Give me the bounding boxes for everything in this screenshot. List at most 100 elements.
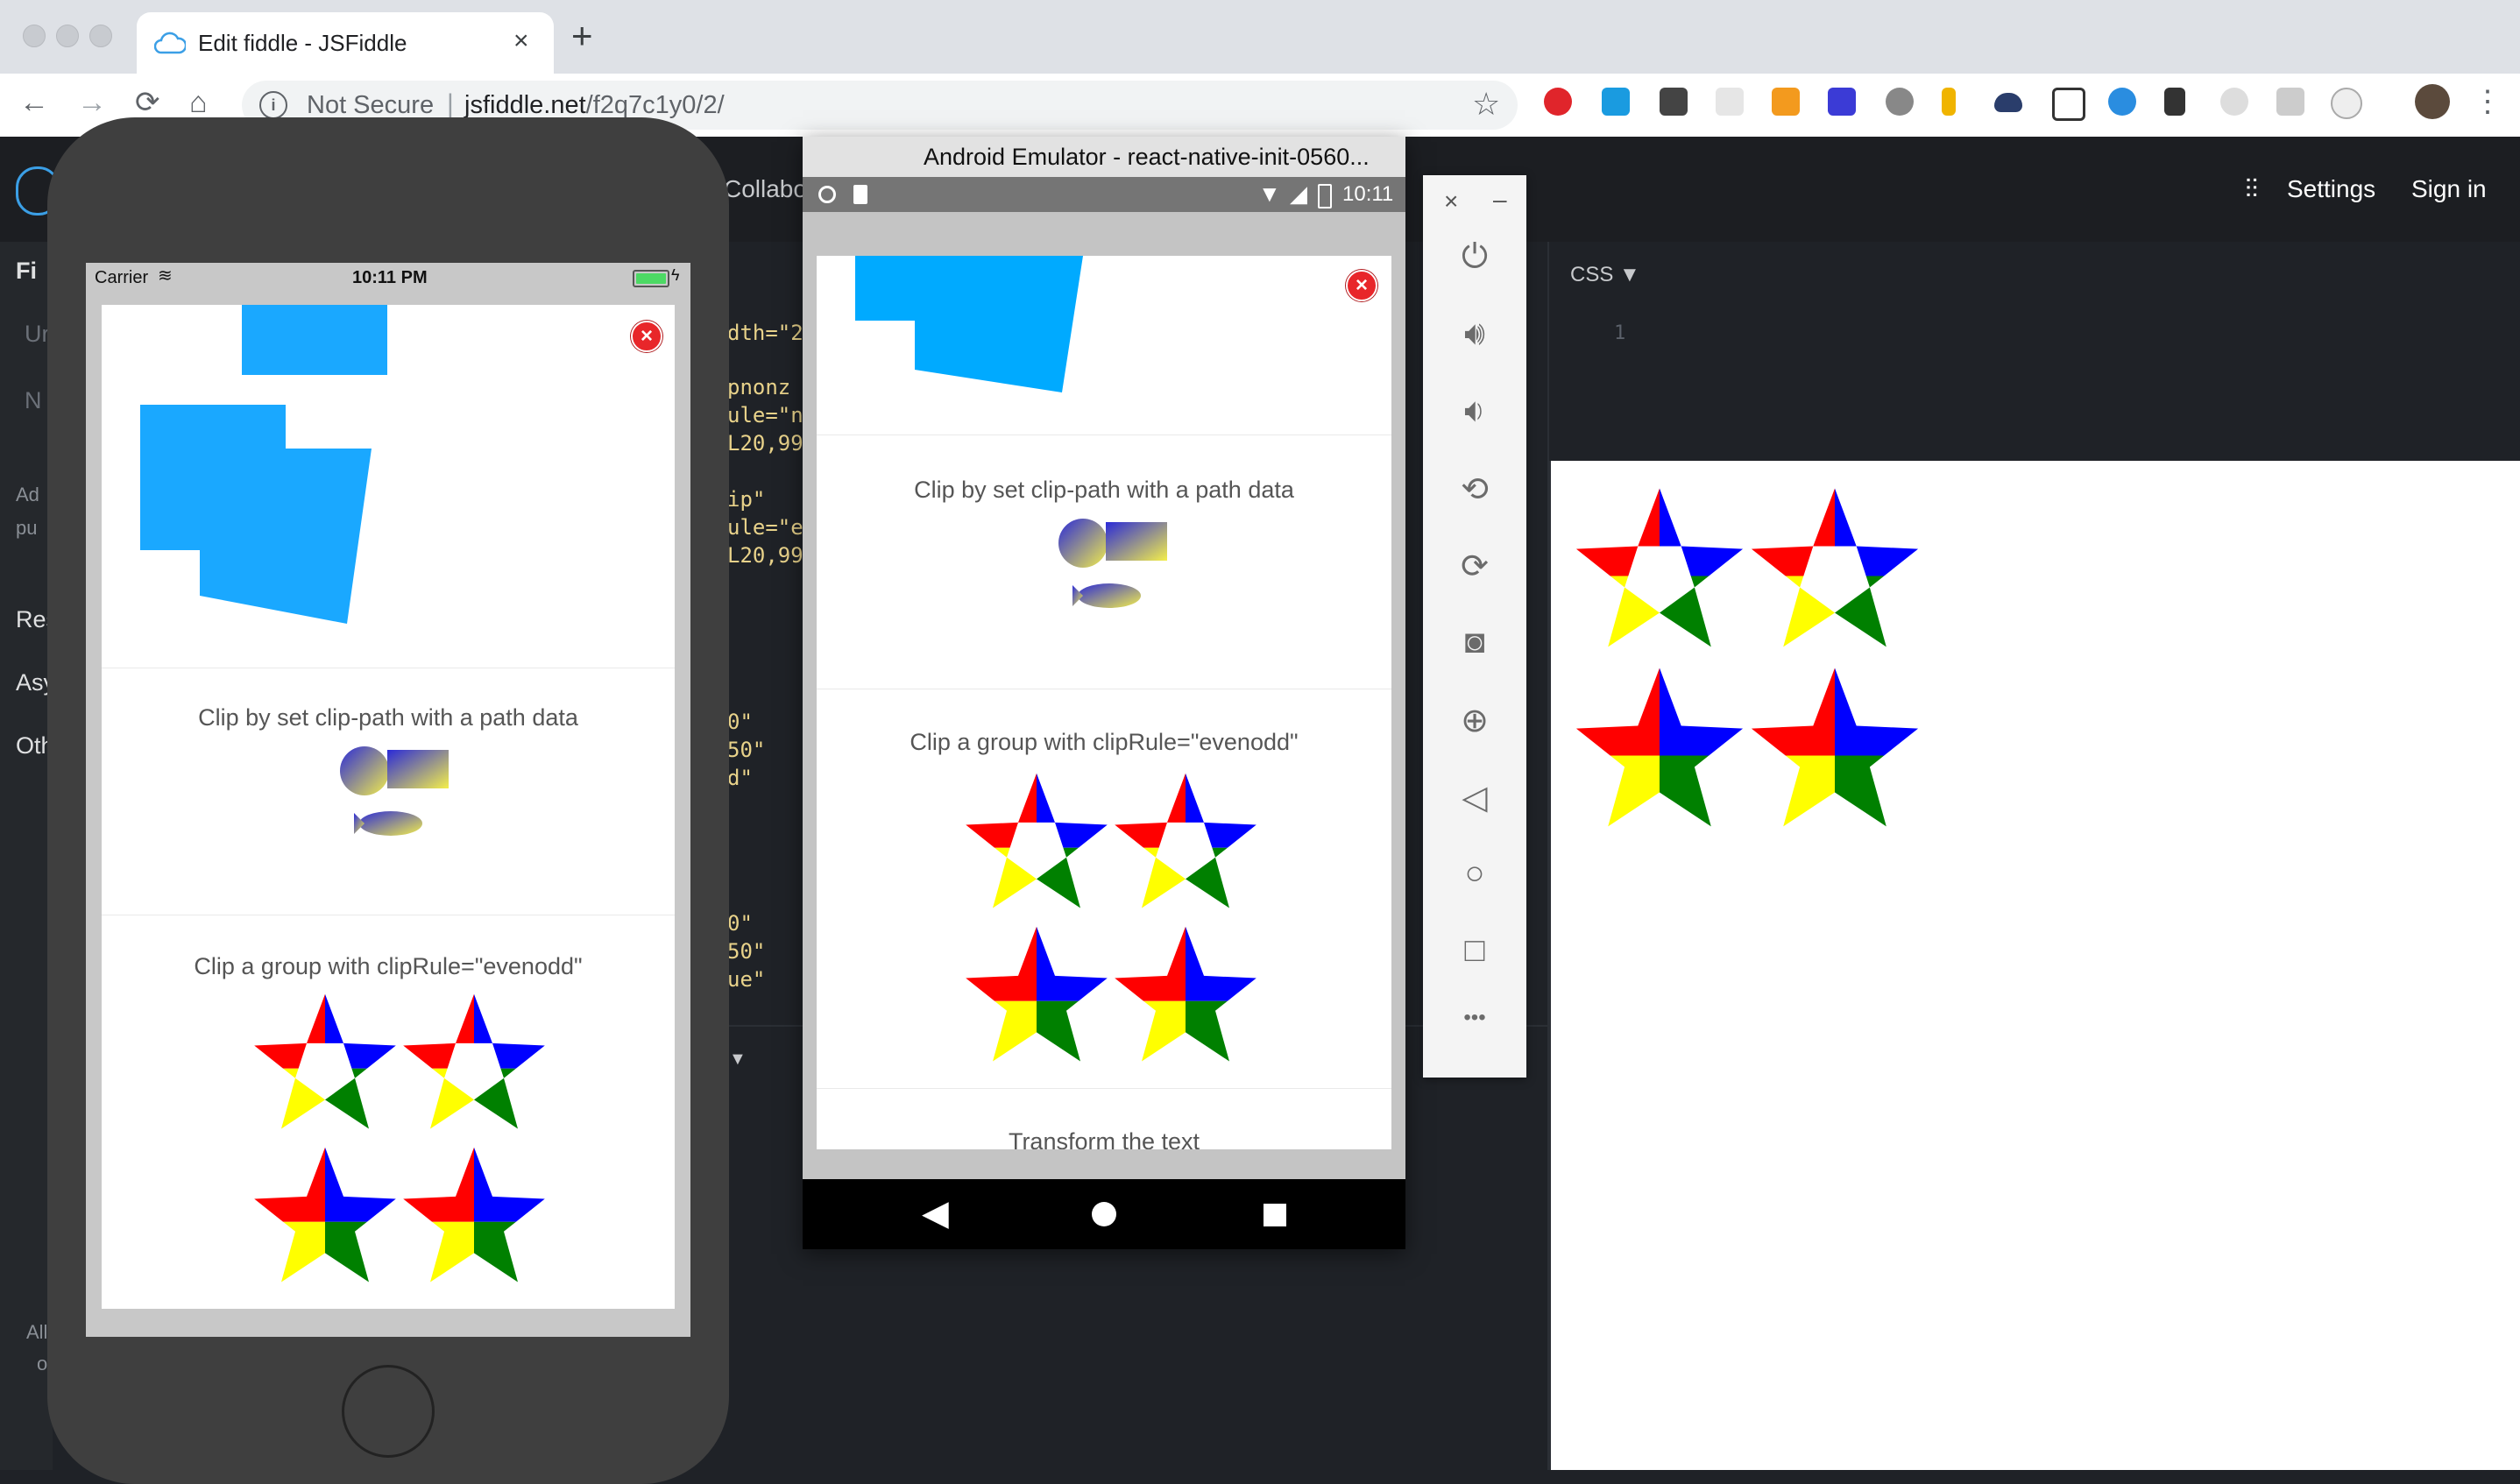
settings-sliders-icon[interactable]: ⫶⫶ bbox=[2245, 175, 2258, 205]
home-circle-icon[interactable]: ○ bbox=[1423, 855, 1526, 893]
star-shape bbox=[1575, 488, 1744, 647]
gradient-rect bbox=[1106, 522, 1167, 561]
android-wifi-icon: ▼ bbox=[1258, 180, 1281, 207]
settings-button[interactable]: Settings bbox=[2287, 175, 2375, 203]
extension-pin-icon[interactable] bbox=[2164, 88, 2185, 116]
rotate-right-icon[interactable]: ⟳ bbox=[1423, 547, 1526, 586]
tab-close-icon[interactable]: × bbox=[513, 26, 529, 56]
extension-stop-icon[interactable] bbox=[1544, 88, 1572, 116]
extension-grid-icon[interactable] bbox=[1716, 88, 1744, 116]
star-shape bbox=[1115, 926, 1256, 1062]
star-quadrant bbox=[1115, 926, 1186, 1001]
star-shape bbox=[403, 1147, 545, 1283]
extension-globe-icon[interactable] bbox=[1886, 88, 1914, 116]
overview-square-icon[interactable]: □ bbox=[1423, 932, 1526, 970]
star-quadrant bbox=[1660, 755, 1744, 827]
android-recents-icon[interactable] bbox=[1264, 1204, 1286, 1226]
url-host: jsfiddle.net bbox=[464, 91, 586, 119]
ios-clip-demo bbox=[140, 305, 387, 624]
demo-title: Clip a group with clipRule="evenodd" bbox=[910, 729, 1299, 755]
emulator-minimize-icon[interactable]: – bbox=[1493, 186, 1507, 214]
result-star-grid bbox=[1575, 488, 1919, 827]
android-clip-demo bbox=[855, 256, 1083, 392]
zoom-icon[interactable]: ⊕ bbox=[1423, 701, 1526, 740]
ios-carrier: Carrier bbox=[95, 268, 149, 287]
window-zoom-button[interactable] bbox=[89, 25, 112, 47]
volume-up-icon[interactable]: 🔊︎ bbox=[1423, 315, 1526, 353]
close-icon[interactable]: × bbox=[631, 321, 662, 352]
android-sdcard-icon bbox=[853, 185, 867, 204]
css-language-selector[interactable]: CSS ▼ bbox=[1570, 263, 1640, 287]
extension-rss-icon[interactable] bbox=[1772, 88, 1800, 116]
extension-camera-icon[interactable] bbox=[2276, 88, 2304, 116]
android-home-icon[interactable] bbox=[1092, 1202, 1116, 1226]
star-quadrant bbox=[325, 1221, 396, 1283]
extension-lock-icon[interactable] bbox=[2108, 88, 2136, 116]
code-line: L20,99 bbox=[727, 543, 803, 568]
url-text: jsfiddle.net/f2q7c1y0/2/ bbox=[464, 91, 725, 120]
close-icon[interactable]: × bbox=[1346, 270, 1377, 301]
gradient-rect bbox=[387, 750, 449, 788]
android-stars bbox=[966, 773, 1256, 1062]
jsfiddle-sidebar: Fi Ur N Ad pu Res Asy Oth All o bbox=[0, 242, 58, 1470]
code-line: 50" bbox=[727, 738, 766, 762]
power-icon[interactable]: ⏻ bbox=[1423, 238, 1526, 276]
reload-icon[interactable]: ⟳ bbox=[135, 88, 160, 117]
window-close-button[interactable] bbox=[23, 25, 46, 47]
star-quadrant bbox=[966, 926, 1037, 1001]
extension-circle-icon[interactable] bbox=[2220, 88, 2248, 116]
address-separator: | bbox=[447, 89, 454, 118]
sidebar-footer-text: o bbox=[37, 1353, 48, 1374]
collapse-arrow-icon[interactable]: ▼ bbox=[729, 1049, 747, 1070]
extension-bookmark-icon[interactable] bbox=[1828, 88, 1856, 116]
back-triangle-icon[interactable]: ◁ bbox=[1423, 778, 1526, 817]
extension-window-icon[interactable] bbox=[1602, 88, 1630, 116]
star-shape bbox=[254, 993, 396, 1129]
bookmark-star-icon[interactable]: ☆ bbox=[1472, 86, 1500, 123]
sidebar-field-url[interactable]: Ur bbox=[25, 321, 50, 348]
rotate-left-icon[interactable]: ⟲ bbox=[1423, 470, 1526, 509]
sign-in-button[interactable]: Sign in bbox=[2411, 175, 2487, 203]
volume-down-icon[interactable]: 🔉︎ bbox=[1423, 392, 1526, 430]
sidebar-field-name[interactable]: N bbox=[25, 387, 42, 414]
collaborate-button[interactable]: Collabo bbox=[724, 175, 807, 203]
gradient-fish-icon bbox=[1078, 583, 1141, 608]
android-back-icon[interactable]: ◀ bbox=[922, 1193, 949, 1233]
extension-arrow-icon[interactable] bbox=[1942, 88, 1956, 116]
chrome-menu-icon[interactable]: ⋮ bbox=[2473, 84, 2502, 119]
home-icon[interactable]: ⌂ bbox=[189, 88, 208, 117]
profile-avatar[interactable] bbox=[2415, 84, 2450, 119]
ios-home-button[interactable] bbox=[342, 1365, 435, 1458]
code-line: 0" bbox=[727, 911, 753, 936]
clip-rect bbox=[242, 305, 387, 375]
star-quadrant bbox=[1751, 668, 1835, 756]
emulator-close-icon[interactable]: × bbox=[1444, 187, 1458, 216]
window-minimize-button[interactable] bbox=[56, 25, 79, 47]
star-shape bbox=[1751, 488, 1919, 647]
android-status-bar: ▼ ◢ bbox=[803, 177, 1405, 212]
browser-tab[interactable]: Edit fiddle - JSFiddle × bbox=[137, 12, 554, 74]
more-icon[interactable]: ••• bbox=[1423, 1006, 1526, 1030]
ios-battery-icon bbox=[633, 270, 669, 287]
ios-wifi-icon: ≋ bbox=[158, 266, 173, 286]
star-quadrant bbox=[474, 1221, 545, 1283]
css-editor[interactable] bbox=[1549, 242, 2520, 461]
extension-cloud-icon[interactable] bbox=[1994, 93, 2022, 112]
extension-table-icon[interactable] bbox=[2052, 88, 2085, 121]
forward-icon[interactable]: → bbox=[77, 88, 107, 117]
info-icon[interactable]: i bbox=[259, 91, 287, 119]
new-tab-button[interactable]: + bbox=[571, 18, 593, 54]
android-battery-icon bbox=[1318, 184, 1332, 208]
gradient-fish-tail bbox=[354, 813, 365, 834]
star-quadrant bbox=[1037, 1000, 1108, 1062]
android-star-grid bbox=[966, 773, 1256, 1062]
back-icon[interactable]: ← bbox=[19, 88, 49, 117]
code-line: ule="e bbox=[727, 515, 803, 540]
extension-a-icon[interactable] bbox=[2331, 88, 2362, 119]
extension-plane-icon[interactable] bbox=[1660, 88, 1688, 116]
star-shape bbox=[966, 773, 1108, 908]
camera-icon[interactable]: ◙ bbox=[1423, 624, 1526, 661]
star-quadrant bbox=[1660, 668, 1744, 756]
star-quadrant bbox=[254, 1147, 325, 1222]
android-signal-icon: ◢ bbox=[1290, 180, 1307, 207]
